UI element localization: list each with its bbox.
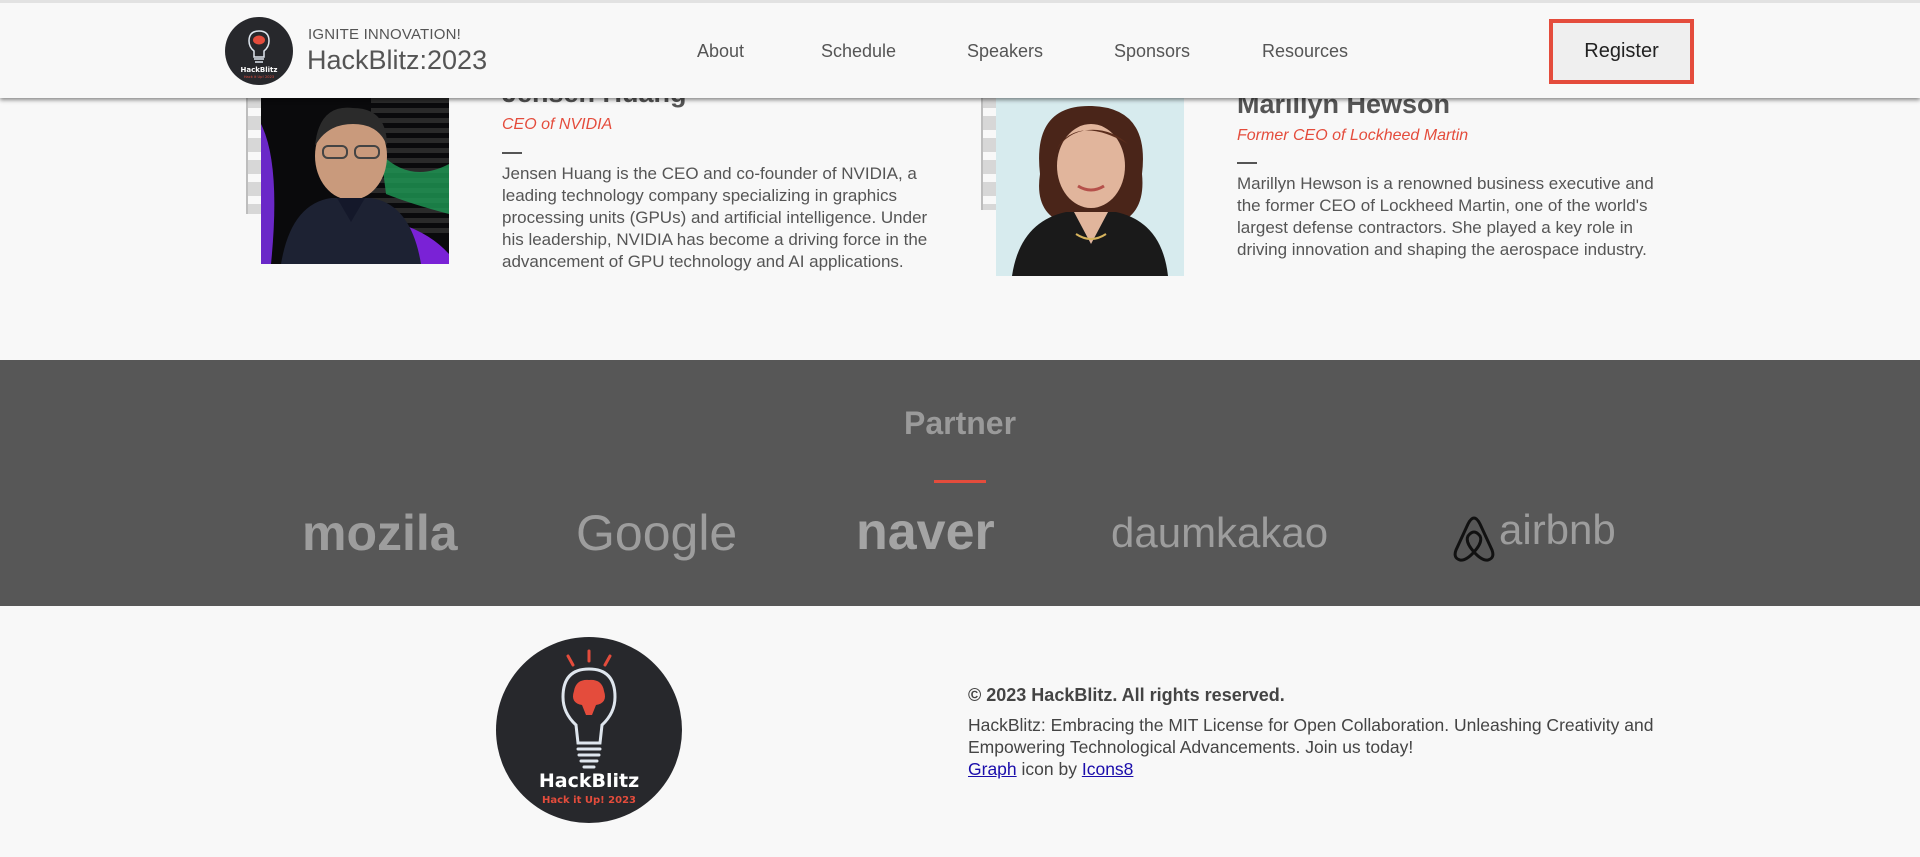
partner-section: Partner mozila Google naver daumkakao ai… <box>0 360 1920 606</box>
speaker-frame-decoration <box>981 94 997 210</box>
speaker-frame-decoration <box>246 94 262 214</box>
hackblitz-logo[interactable]: HackBlitz Hack it Up! 2023 <box>225 17 293 85</box>
speaker-role: CEO of NVIDIA <box>502 116 613 133</box>
speaker-photo-jensen-huang <box>261 94 449 264</box>
footer-logo-name: HackBlitz <box>539 770 639 792</box>
footer-copyright: © 2023 HackBlitz. All rights reserved. <box>968 685 1285 705</box>
speaker-divider <box>502 152 522 154</box>
speaker-divider <box>1237 162 1257 164</box>
graph-link[interactable]: Graph <box>968 759 1017 779</box>
partner-logo-naver: naver <box>856 503 995 561</box>
brand-title[interactable]: HackBlitz:2023 <box>307 45 487 76</box>
partner-title-underline <box>934 480 986 483</box>
speaker-photo-marillyn-hewson <box>996 94 1184 276</box>
footer-hackblitz-logo: HackBlitz Hack it Up! 2023 <box>496 637 682 823</box>
footer-logo-slogan: Hack it Up! 2023 <box>542 795 636 806</box>
partner-logo-daumkakao: daumkakao <box>1111 509 1329 556</box>
partner-logo-mozila: mozila <box>302 505 458 561</box>
partner-logo-airbnb: airbnb <box>1499 506 1616 553</box>
credit-text: icon by <box>1021 759 1077 779</box>
partner-title: Partner <box>903 405 1017 441</box>
speaker-role: Former CEO of Lockheed Martin <box>1237 127 1469 144</box>
svg-text:HackBlitz: HackBlitz <box>241 66 278 74</box>
nav-sponsors[interactable]: Sponsors <box>1114 41 1190 62</box>
register-button[interactable]: Register <box>1549 19 1694 84</box>
brand-tagline: IGNITE INNOVATION! <box>308 26 462 43</box>
icons8-link[interactable]: Icons8 <box>1082 759 1134 779</box>
speaker-bio: Jensen Huang is the CEO and co-founder o… <box>502 164 928 271</box>
airbnb-icon <box>1451 514 1497 562</box>
speaker-bio: Marillyn Hewson is a renowned business e… <box>1237 174 1654 259</box>
top-navbar: HackBlitz Hack it Up! 2023 IGNITE INNOVA… <box>0 0 1920 98</box>
footer-icon-credit: Graph icon by Icons8 <box>968 758 1133 780</box>
nav-schedule[interactable]: Schedule <box>821 41 896 62</box>
nav-speakers[interactable]: Speakers <box>967 41 1043 62</box>
partner-logo-google: Google <box>576 505 738 561</box>
nav-about[interactable]: About <box>697 41 744 62</box>
footer-license-text: HackBlitz: Embracing the MIT License for… <box>968 715 1654 757</box>
svg-text:Hack it Up! 2023: Hack it Up! 2023 <box>244 75 274 79</box>
nav-resources[interactable]: Resources <box>1262 41 1348 62</box>
